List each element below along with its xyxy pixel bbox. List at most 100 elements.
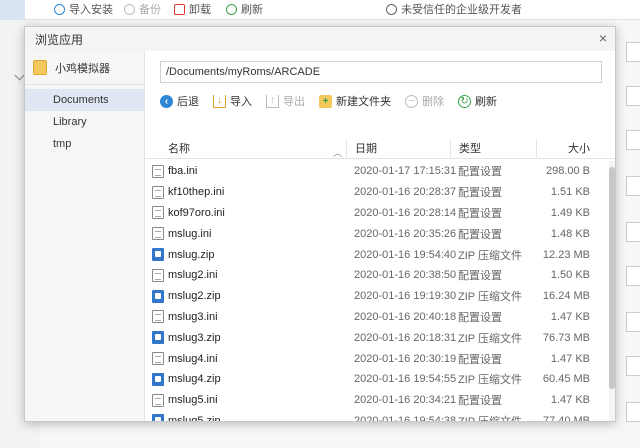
- file-date: 2020-01-16 20:28:37: [354, 186, 457, 199]
- file-type: 配置设置: [458, 270, 502, 283]
- browse-app-dialog: 浏览应用 × 小鸡模拟器 Documents Library tmp ‹ 后退: [24, 26, 616, 422]
- file-size: 1.47 KB: [550, 394, 590, 407]
- file-name-cell: mslug4.ini: [146, 352, 346, 366]
- import-install-icon: [54, 3, 65, 15]
- zip-file-icon: [152, 414, 164, 421]
- file-size: 1.49 KB: [550, 206, 590, 219]
- file-row[interactable]: kof97oro.ini 2020-01-16 20:28:14 配置设置 1.49 …: [146, 203, 615, 224]
- file-row[interactable]: mslug.zip 2020-01-16 19:54:40 ZIP 压缩文件 12.2…: [146, 244, 615, 265]
- file-size: 12.23 MB: [542, 248, 590, 261]
- file-name-cell: mslug.ini: [146, 227, 346, 241]
- config-file-icon: [152, 268, 164, 282]
- file-type: ZIP 压缩文件: [458, 332, 522, 345]
- file-row[interactable]: mslug4.ini 2020-01-16 20:30:19 配置设置 1.47 KB: [146, 348, 615, 369]
- sidebar-item-documents[interactable]: Documents: [25, 89, 144, 111]
- file-row[interactable]: mslug.ini 2020-01-16 20:35:26 配置设置 1.48 KB: [146, 223, 615, 244]
- dialog-titlebar: 浏览应用 ×: [25, 27, 615, 51]
- column-header-type[interactable]: 类型: [450, 138, 536, 159]
- background-button-stub[interactable]: [626, 42, 640, 62]
- file-name-cell: mslug4.zip: [146, 372, 346, 386]
- sidebar-item-library[interactable]: Library: [25, 111, 144, 133]
- path-input[interactable]: [160, 61, 602, 83]
- file-row[interactable]: kf10thep.ini 2020-01-16 20:28:37 配置设置 1.51 …: [146, 182, 615, 203]
- import-button[interactable]: ↓ 导入: [213, 93, 252, 109]
- file-type: 配置设置: [458, 353, 502, 366]
- export-icon: ↑: [266, 94, 279, 108]
- file-size: 60.45 MB: [542, 373, 590, 386]
- file-row[interactable]: mslug5.ini 2020-01-16 20:34:21 配置设置 1.47 KB: [146, 390, 615, 411]
- file-type: 配置设置: [458, 166, 502, 179]
- file-date: 2020-01-16 20:28:14: [354, 206, 457, 219]
- background-button-stub[interactable]: [626, 222, 640, 242]
- background-refresh-button[interactable]: 刷新: [226, 1, 263, 17]
- file-name: mslug3.ini: [168, 310, 218, 323]
- column-header-size[interactable]: 大小: [536, 138, 602, 159]
- file-row[interactable]: mslug5.zip 2020-01-16 19:54:38 ZIP 压缩文件 77.…: [146, 411, 615, 422]
- uninstall-icon: [174, 3, 185, 15]
- backup-button[interactable]: 备份: [124, 1, 161, 17]
- refresh-button[interactable]: ↻ 刷新: [458, 93, 497, 109]
- file-type: 配置设置: [458, 187, 502, 200]
- chevron-down-icon: [14, 70, 25, 81]
- close-icon[interactable]: ×: [599, 30, 607, 46]
- refresh-icon: [226, 3, 237, 15]
- file-date: 2020-01-16 20:18:31: [354, 331, 457, 344]
- delete-button[interactable]: − 删除: [405, 93, 444, 109]
- config-file-icon: [152, 164, 164, 178]
- file-name: mslug4.zip: [168, 373, 221, 386]
- file-row[interactable]: mslug3.ini 2020-01-16 20:40:18 配置设置 1.47 KB: [146, 307, 615, 328]
- file-name: kof97oro.ini: [168, 206, 225, 219]
- background-button-stub[interactable]: [626, 312, 640, 332]
- background-button-stub[interactable]: [626, 266, 640, 286]
- scrollbar-thumb[interactable]: [609, 167, 615, 389]
- file-list: fba.ini 2020-01-17 17:15:31 配置设置 298.00 Bkf…: [146, 161, 615, 422]
- file-type: 配置设置: [458, 311, 502, 324]
- sidebar-item-tmp[interactable]: tmp: [25, 133, 144, 155]
- dialog-body: 小鸡模拟器 Documents Library tmp ‹ 后退 ↓ 导入: [25, 51, 615, 422]
- background-button-stub[interactable]: [626, 86, 640, 106]
- file-table-header: 名称 ︿ 日期 类型 大小: [146, 138, 615, 159]
- file-size: 1.48 KB: [550, 227, 590, 240]
- import-icon: ↓: [213, 94, 226, 108]
- file-row[interactable]: mslug2.ini 2020-01-16 20:38:50 配置设置 1.50 KB: [146, 265, 615, 286]
- file-size: 1.47 KB: [550, 310, 590, 323]
- import-install-button[interactable]: 导入安装: [54, 1, 113, 17]
- file-row[interactable]: mslug3.zip 2020-01-16 20:18:31 ZIP 压缩文件 76.…: [146, 327, 615, 348]
- sort-ascending-icon: ︿: [332, 147, 342, 158]
- file-date: 2020-01-16 20:30:19: [354, 352, 457, 365]
- untrusted-developer-notice[interactable]: 未受信任的企业级开发者: [386, 1, 522, 17]
- file-name-cell: mslug5.ini: [146, 393, 346, 407]
- file-name-cell: kf10thep.ini: [146, 185, 346, 199]
- file-name-cell: mslug5.zip: [146, 414, 346, 421]
- dialog-sidebar: 小鸡模拟器 Documents Library tmp: [25, 51, 145, 421]
- folder-icon: [33, 60, 47, 75]
- uninstall-button[interactable]: 卸载: [174, 1, 211, 17]
- zip-file-icon: [152, 331, 164, 345]
- file-row[interactable]: mslug2.zip 2020-01-16 19:19:30 ZIP 压缩文件 16.…: [146, 286, 615, 307]
- background-button-stub[interactable]: [626, 130, 640, 150]
- file-size: 1.51 KB: [550, 186, 590, 199]
- back-button[interactable]: ‹ 后退: [160, 93, 199, 109]
- column-header-name[interactable]: 名称 ︿: [146, 139, 346, 159]
- export-button[interactable]: ↑ 导出: [266, 93, 305, 109]
- file-type: 配置设置: [458, 395, 502, 408]
- file-size: 76.73 MB: [542, 331, 590, 344]
- background-button-stub[interactable]: [626, 356, 640, 376]
- file-row[interactable]: fba.ini 2020-01-17 17:15:31 配置设置 298.00 B: [146, 161, 615, 182]
- file-type: 配置设置: [458, 228, 502, 241]
- column-header-date[interactable]: 日期: [346, 138, 450, 159]
- config-file-icon: [152, 393, 164, 407]
- config-file-icon: [152, 352, 164, 366]
- file-date: 2020-01-16 19:19:30: [354, 290, 457, 303]
- file-browser: ‹ 后退 ↓ 导入 ↑ 导出 + 新建文件夹 − 删除: [146, 51, 615, 422]
- file-type: ZIP 压缩文件: [458, 415, 522, 422]
- background-button-stub[interactable]: [626, 176, 640, 196]
- file-type: ZIP 压缩文件: [458, 374, 522, 387]
- file-row[interactable]: mslug4.zip 2020-01-16 19:54:55 ZIP 压缩文件 60.…: [146, 369, 615, 390]
- new-folder-button[interactable]: + 新建文件夹: [319, 93, 391, 109]
- file-date: 2020-01-16 20:35:26: [354, 227, 457, 240]
- file-list-scrollbar[interactable]: [609, 161, 615, 421]
- file-name: fba.ini: [168, 165, 198, 178]
- background-button-stub[interactable]: [626, 402, 640, 422]
- app-selector[interactable]: 小鸡模拟器: [25, 51, 144, 85]
